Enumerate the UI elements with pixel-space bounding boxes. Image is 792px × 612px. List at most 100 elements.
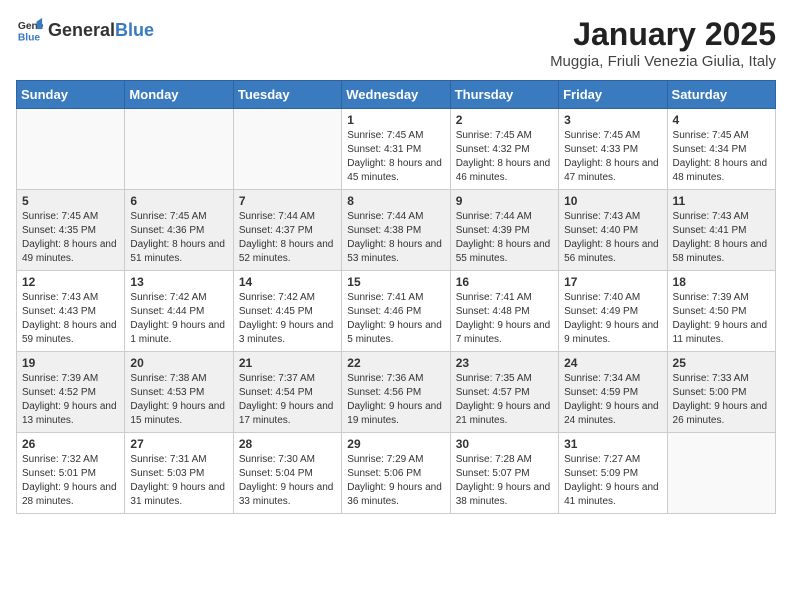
- day-number: 31: [564, 437, 661, 451]
- day-number: 8: [347, 194, 444, 208]
- day-info: Sunrise: 7:28 AM Sunset: 5:07 PM Dayligh…: [456, 453, 553, 509]
- day-cell: 28Sunrise: 7:30 AM Sunset: 5:04 PM Dayli…: [233, 433, 341, 514]
- day-cell: 31Sunrise: 7:27 AM Sunset: 5:09 PM Dayli…: [559, 433, 667, 514]
- day-info: Sunrise: 7:37 AM Sunset: 4:54 PM Dayligh…: [239, 372, 336, 428]
- day-cell: 16 Sunrise: 7:41 AM Sunset: 4:48 PM Dayli…: [450, 271, 558, 352]
- day-info: Sunrise: 7:41 AM Sunset: 4:48 PM Dayligh…: [456, 291, 553, 347]
- day-info: Sunrise: 7:42 AM Sunset: 4:44 PM Dayligh…: [130, 291, 227, 347]
- weekday-header-monday: Monday: [125, 81, 233, 109]
- day-cell: 30Sunrise: 7:28 AM Sunset: 5:07 PM Dayli…: [450, 433, 558, 514]
- day-cell: 29 Sunrise: 7:29 AM Sunset: 5:06 PM Dayli…: [342, 433, 450, 514]
- day-info: Sunrise: 7:39 AM Sunset: 4:52 PM Dayligh…: [22, 372, 119, 428]
- day-cell: 6Sunrise: 7:45 AM Sunset: 4:36 PM Daylig…: [125, 190, 233, 271]
- day-number: 15: [347, 275, 444, 289]
- day-info: Sunrise: 7:45 AM Sunset: 4:32 PM Dayligh…: [456, 129, 553, 185]
- day-cell: 19 Sunrise: 7:39 AM Sunset: 4:52 PM Dayli…: [17, 352, 125, 433]
- day-number: 19: [22, 356, 119, 370]
- weekday-header-saturday: Saturday: [667, 81, 775, 109]
- day-info: Sunrise: 7:34 AM Sunset: 4:59 PM Dayligh…: [564, 372, 661, 428]
- day-info: Sunrise: 7:33 AM Sunset: 5:00 PM Dayligh…: [673, 372, 770, 428]
- day-info: Sunrise: 7:29 AM Sunset: 5:06 PM Dayligh…: [347, 453, 444, 509]
- week-row-4: 19 Sunrise: 7:39 AM Sunset: 4:52 PM Dayli…: [17, 352, 776, 433]
- day-cell: 14 Sunrise: 7:42 AM Sunset: 4:45 PM Dayli…: [233, 271, 341, 352]
- day-info: Sunrise: 7:45 AM Sunset: 4:35 PM Dayligh…: [22, 210, 119, 266]
- day-number: 22: [347, 356, 444, 370]
- day-cell: 11 Sunrise: 7:43 AM Sunset: 4:41 PM Dayli…: [667, 190, 775, 271]
- day-number: 4: [673, 113, 770, 127]
- day-cell: 5 Sunrise: 7:45 AM Sunset: 4:35 PM Daylig…: [17, 190, 125, 271]
- day-cell: [667, 433, 775, 514]
- day-info: Sunrise: 7:43 AM Sunset: 4:41 PM Dayligh…: [673, 210, 770, 266]
- day-info: Sunrise: 7:43 AM Sunset: 4:40 PM Dayligh…: [564, 210, 661, 266]
- day-cell: 22 Sunrise: 7:36 AM Sunset: 4:56 PM Dayli…: [342, 352, 450, 433]
- day-number: 27: [130, 437, 227, 451]
- day-info: Sunrise: 7:44 AM Sunset: 4:38 PM Dayligh…: [347, 210, 444, 266]
- day-number: 20: [130, 356, 227, 370]
- header: General Blue GeneralBlue January 2025 Mu…: [16, 16, 776, 70]
- day-cell: 21 Sunrise: 7:37 AM Sunset: 4:54 PM Dayli…: [233, 352, 341, 433]
- day-number: 6: [130, 194, 227, 208]
- day-cell: 12Sunrise: 7:43 AM Sunset: 4:43 PM Dayli…: [17, 271, 125, 352]
- day-cell: 2Sunrise: 7:45 AM Sunset: 4:32 PM Daylig…: [450, 109, 558, 190]
- day-info: Sunrise: 7:30 AM Sunset: 5:04 PM Dayligh…: [239, 453, 336, 509]
- day-info: Sunrise: 7:41 AM Sunset: 4:46 PM Dayligh…: [347, 291, 444, 347]
- logo-general-text: GeneralBlue: [48, 20, 154, 41]
- day-number: 21: [239, 356, 336, 370]
- day-cell: 1Sunrise: 7:45 AM Sunset: 4:31 PM Daylig…: [342, 109, 450, 190]
- week-row-5: 26Sunrise: 7:32 AM Sunset: 5:01 PM Dayli…: [17, 433, 776, 514]
- day-cell: 10 Sunrise: 7:43 AM Sunset: 4:40 PM Dayli…: [559, 190, 667, 271]
- day-number: 29: [347, 437, 444, 451]
- day-cell: [17, 109, 125, 190]
- day-number: 16: [456, 275, 553, 289]
- day-cell: 25 Sunrise: 7:33 AM Sunset: 5:00 PM Dayli…: [667, 352, 775, 433]
- day-info: Sunrise: 7:42 AM Sunset: 4:45 PM Dayligh…: [239, 291, 336, 347]
- day-info: Sunrise: 7:39 AM Sunset: 4:50 PM Dayligh…: [673, 291, 770, 347]
- day-info: Sunrise: 7:31 AM Sunset: 5:03 PM Dayligh…: [130, 453, 227, 509]
- day-number: 3: [564, 113, 661, 127]
- day-cell: 13 Sunrise: 7:42 AM Sunset: 4:44 PM Dayli…: [125, 271, 233, 352]
- day-info: Sunrise: 7:36 AM Sunset: 4:56 PM Dayligh…: [347, 372, 444, 428]
- day-number: 1: [347, 113, 444, 127]
- weekday-header-tuesday: Tuesday: [233, 81, 341, 109]
- calendar: SundayMondayTuesdayWednesdayThursdayFrid…: [16, 80, 776, 514]
- day-cell: 20 Sunrise: 7:38 AM Sunset: 4:53 PM Dayli…: [125, 352, 233, 433]
- day-cell: 17Sunrise: 7:40 AM Sunset: 4:49 PM Dayli…: [559, 271, 667, 352]
- day-number: 5: [22, 194, 119, 208]
- day-number: 14: [239, 275, 336, 289]
- day-info: Sunrise: 7:40 AM Sunset: 4:49 PM Dayligh…: [564, 291, 661, 347]
- day-cell: 26Sunrise: 7:32 AM Sunset: 5:01 PM Dayli…: [17, 433, 125, 514]
- day-number: 13: [130, 275, 227, 289]
- month-title: January 2025: [550, 16, 776, 53]
- day-cell: 3Sunrise: 7:45 AM Sunset: 4:33 PM Daylig…: [559, 109, 667, 190]
- day-cell: 9Sunrise: 7:44 AM Sunset: 4:39 PM Daylig…: [450, 190, 558, 271]
- weekday-header-sunday: Sunday: [17, 81, 125, 109]
- subtitle: Muggia, Friuli Venezia Giulia, Italy: [550, 53, 776, 70]
- day-info: Sunrise: 7:44 AM Sunset: 4:37 PM Dayligh…: [239, 210, 336, 266]
- day-cell: 7Sunrise: 7:44 AM Sunset: 4:37 PM Daylig…: [233, 190, 341, 271]
- day-info: Sunrise: 7:32 AM Sunset: 5:01 PM Dayligh…: [22, 453, 119, 509]
- svg-text:Blue: Blue: [18, 32, 41, 43]
- day-number: 23: [456, 356, 553, 370]
- week-row-3: 12Sunrise: 7:43 AM Sunset: 4:43 PM Dayli…: [17, 271, 776, 352]
- day-info: Sunrise: 7:35 AM Sunset: 4:57 PM Dayligh…: [456, 372, 553, 428]
- day-number: 18: [673, 275, 770, 289]
- day-info: Sunrise: 7:44 AM Sunset: 4:39 PM Dayligh…: [456, 210, 553, 266]
- logo: General Blue GeneralBlue: [16, 16, 154, 44]
- day-number: 25: [673, 356, 770, 370]
- week-row-2: 5 Sunrise: 7:45 AM Sunset: 4:35 PM Daylig…: [17, 190, 776, 271]
- day-cell: 4 Sunrise: 7:45 AM Sunset: 4:34 PM Daylig…: [667, 109, 775, 190]
- day-cell: 15 Sunrise: 7:41 AM Sunset: 4:46 PM Dayli…: [342, 271, 450, 352]
- day-cell: [233, 109, 341, 190]
- day-number: 11: [673, 194, 770, 208]
- day-info: Sunrise: 7:38 AM Sunset: 4:53 PM Dayligh…: [130, 372, 227, 428]
- day-cell: 8 Sunrise: 7:44 AM Sunset: 4:38 PM Daylig…: [342, 190, 450, 271]
- day-info: Sunrise: 7:45 AM Sunset: 4:34 PM Dayligh…: [673, 129, 770, 185]
- day-cell: 18 Sunrise: 7:39 AM Sunset: 4:50 PM Dayli…: [667, 271, 775, 352]
- day-number: 10: [564, 194, 661, 208]
- weekday-header-friday: Friday: [559, 81, 667, 109]
- day-cell: 24Sunrise: 7:34 AM Sunset: 4:59 PM Dayli…: [559, 352, 667, 433]
- weekday-header-row: SundayMondayTuesdayWednesdayThursdayFrid…: [17, 81, 776, 109]
- logo-icon: General Blue: [16, 16, 44, 44]
- day-number: 12: [22, 275, 119, 289]
- weekday-header-wednesday: Wednesday: [342, 81, 450, 109]
